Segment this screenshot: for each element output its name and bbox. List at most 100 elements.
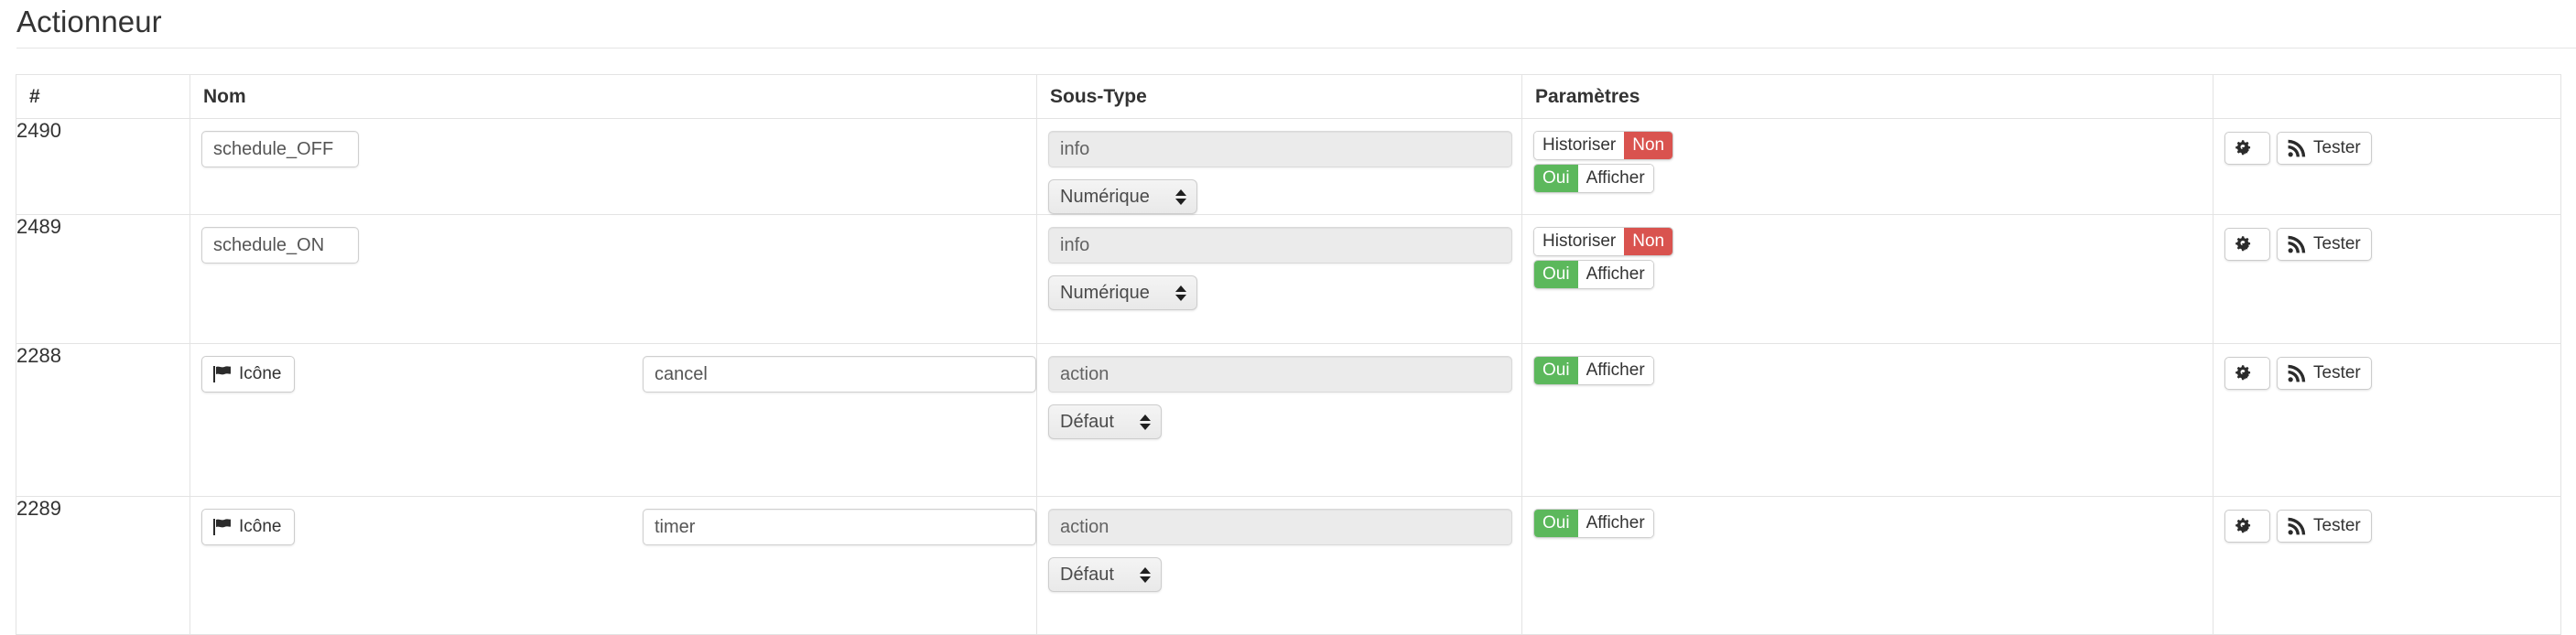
param-label: Afficher xyxy=(1577,261,1653,288)
icon-picker-button[interactable]: Icône xyxy=(201,509,296,545)
icon-picker-label: Icône xyxy=(239,516,282,536)
subtype-select[interactable]: Défaut xyxy=(1048,557,1162,592)
test-button[interactable]: Tester xyxy=(2277,228,2372,261)
icon-picker-button[interactable]: Icône xyxy=(201,356,296,393)
cell-params: Oui Afficher xyxy=(1521,343,2213,497)
cell-soustype: info Numérique xyxy=(1036,118,1522,215)
cell-nom: Icône xyxy=(189,343,1037,497)
param-toggle-badge[interactable]: Historiser Non xyxy=(1533,131,1674,160)
cell-actions: Tester xyxy=(2213,214,2561,344)
subtype-select[interactable]: Défaut xyxy=(1048,404,1162,439)
icon-picker-label: Icône xyxy=(239,363,282,383)
cell-id: 2489 xyxy=(16,214,190,344)
rss-signal-icon xyxy=(2288,364,2306,382)
name-input[interactable] xyxy=(643,509,1036,545)
subtype-select-value: Numérique xyxy=(1060,282,1150,303)
param-value: Non xyxy=(1624,228,1673,255)
param-toggle-badge[interactable]: Oui Afficher xyxy=(1533,260,1654,289)
configure-button[interactable] xyxy=(2224,357,2270,390)
flag-icon xyxy=(213,518,232,535)
table-body: 2490infoNumériqueHistoriserNonOuiAffiche… xyxy=(16,118,2561,635)
subtype-select-value: Numérique xyxy=(1060,186,1150,207)
sort-arrows-icon xyxy=(1139,566,1151,583)
subtype-readonly-field: action xyxy=(1048,356,1512,393)
actuator-table-container: # Nom Sous-Type Paramètres 2490 info Numér… xyxy=(0,74,2576,635)
test-button[interactable]: Tester xyxy=(2277,357,2372,390)
cell-soustype: info Numérique xyxy=(1036,214,1522,344)
cell-id: 2289 xyxy=(16,496,190,635)
cell-id: 2490 xyxy=(16,118,190,215)
param-toggle-badge[interactable]: Oui Afficher xyxy=(1533,509,1654,538)
subtype-select[interactable]: Numérique xyxy=(1048,179,1197,214)
cell-params: Oui Afficher xyxy=(1521,496,2213,635)
column-header-nom: Nom xyxy=(189,74,1037,119)
rss-signal-icon xyxy=(2288,235,2306,253)
cell-params: Historiser Non Oui Afficher xyxy=(1521,118,2213,215)
actuator-table: # Nom Sous-Type Paramètres 2490 info Numér… xyxy=(16,74,2561,635)
gears-icon xyxy=(2234,364,2254,382)
configure-button[interactable] xyxy=(2224,510,2270,543)
page-header: Actionneur xyxy=(0,0,2576,48)
test-button[interactable]: Tester xyxy=(2277,132,2372,165)
gears-icon xyxy=(2234,517,2254,535)
row-id-value: 2489 xyxy=(16,215,61,238)
row-id-value: 2288 xyxy=(16,344,61,367)
param-toggle-badge[interactable]: Oui Afficher xyxy=(1533,356,1654,385)
name-input[interactable] xyxy=(201,227,359,264)
subtype-select-value: Défaut xyxy=(1060,411,1114,432)
subtype-select[interactable]: Numérique xyxy=(1048,275,1197,310)
name-input[interactable] xyxy=(201,131,359,167)
sort-arrows-icon xyxy=(1174,285,1186,301)
table-row: 2489 info Numérique HistoriserNon OuiAffiche… xyxy=(16,214,2561,344)
cell-params: Historiser Non Oui Afficher xyxy=(1521,214,2213,344)
param-value: Oui xyxy=(1534,165,1578,192)
gears-icon xyxy=(2234,139,2254,157)
cell-nom xyxy=(189,214,1037,344)
cell-actions: Tester xyxy=(2213,496,2561,635)
param-toggle-badge[interactable]: Historiser Non xyxy=(1533,227,1674,256)
cell-soustype: action Défaut xyxy=(1036,343,1522,497)
test-button[interactable]: Tester xyxy=(2277,510,2372,543)
cell-actions: Tester xyxy=(2213,343,2561,497)
test-button-label: Tester xyxy=(2313,363,2361,382)
cell-id: 2288 xyxy=(16,343,190,497)
table-head: # Nom Sous-Type Paramètres xyxy=(16,74,2561,119)
configure-button[interactable] xyxy=(2224,228,2270,261)
row-id-value: 2490 xyxy=(16,119,61,142)
column-header-params: Paramètres xyxy=(1521,74,2213,119)
param-label: Afficher xyxy=(1577,357,1653,384)
row-id-value: 2289 xyxy=(16,497,61,520)
param-value: Non xyxy=(1624,132,1673,159)
cell-actions: Tester xyxy=(2213,118,2561,215)
name-input[interactable] xyxy=(643,356,1036,393)
table-header-row: # Nom Sous-Type Paramètres xyxy=(16,74,2561,119)
param-toggle-badge[interactable]: Oui Afficher xyxy=(1533,164,1654,193)
subtype-readonly-field: action xyxy=(1048,509,1512,545)
param-label: Afficher xyxy=(1577,510,1653,537)
test-button-label: Tester xyxy=(2313,516,2361,535)
test-button-label: Tester xyxy=(2313,234,2361,253)
flag-icon xyxy=(213,365,232,382)
param-label: Afficher xyxy=(1577,165,1653,192)
cell-nom xyxy=(189,118,1037,215)
test-button-label: Tester xyxy=(2313,138,2361,157)
param-label: Historiser xyxy=(1534,228,1625,255)
sort-arrows-icon xyxy=(1174,188,1186,205)
column-header-actions xyxy=(2213,74,2561,119)
sort-arrows-icon xyxy=(1139,414,1151,430)
table-row: 2288 Icône action Défaut OuiAfficher Tester xyxy=(16,343,2561,497)
cell-nom: Icône xyxy=(189,496,1037,635)
table-row: 2289 Icône action Défaut OuiAfficher Tester xyxy=(16,496,2561,635)
param-label: Historiser xyxy=(1534,132,1625,159)
configure-button[interactable] xyxy=(2224,132,2270,165)
column-header-id: # xyxy=(16,74,190,119)
subtype-readonly-field: info xyxy=(1048,227,1512,264)
subtype-readonly-field: info xyxy=(1048,131,1512,167)
param-value: Oui xyxy=(1534,261,1578,288)
column-header-soustype: Sous-Type xyxy=(1036,74,1522,119)
page-title: Actionneur xyxy=(16,5,162,38)
gears-icon xyxy=(2234,235,2254,253)
param-value: Oui xyxy=(1534,357,1578,384)
cell-soustype: action Défaut xyxy=(1036,496,1522,635)
table-row: 2490 info Numérique HistoriserNon OuiAffiche… xyxy=(16,118,2561,215)
